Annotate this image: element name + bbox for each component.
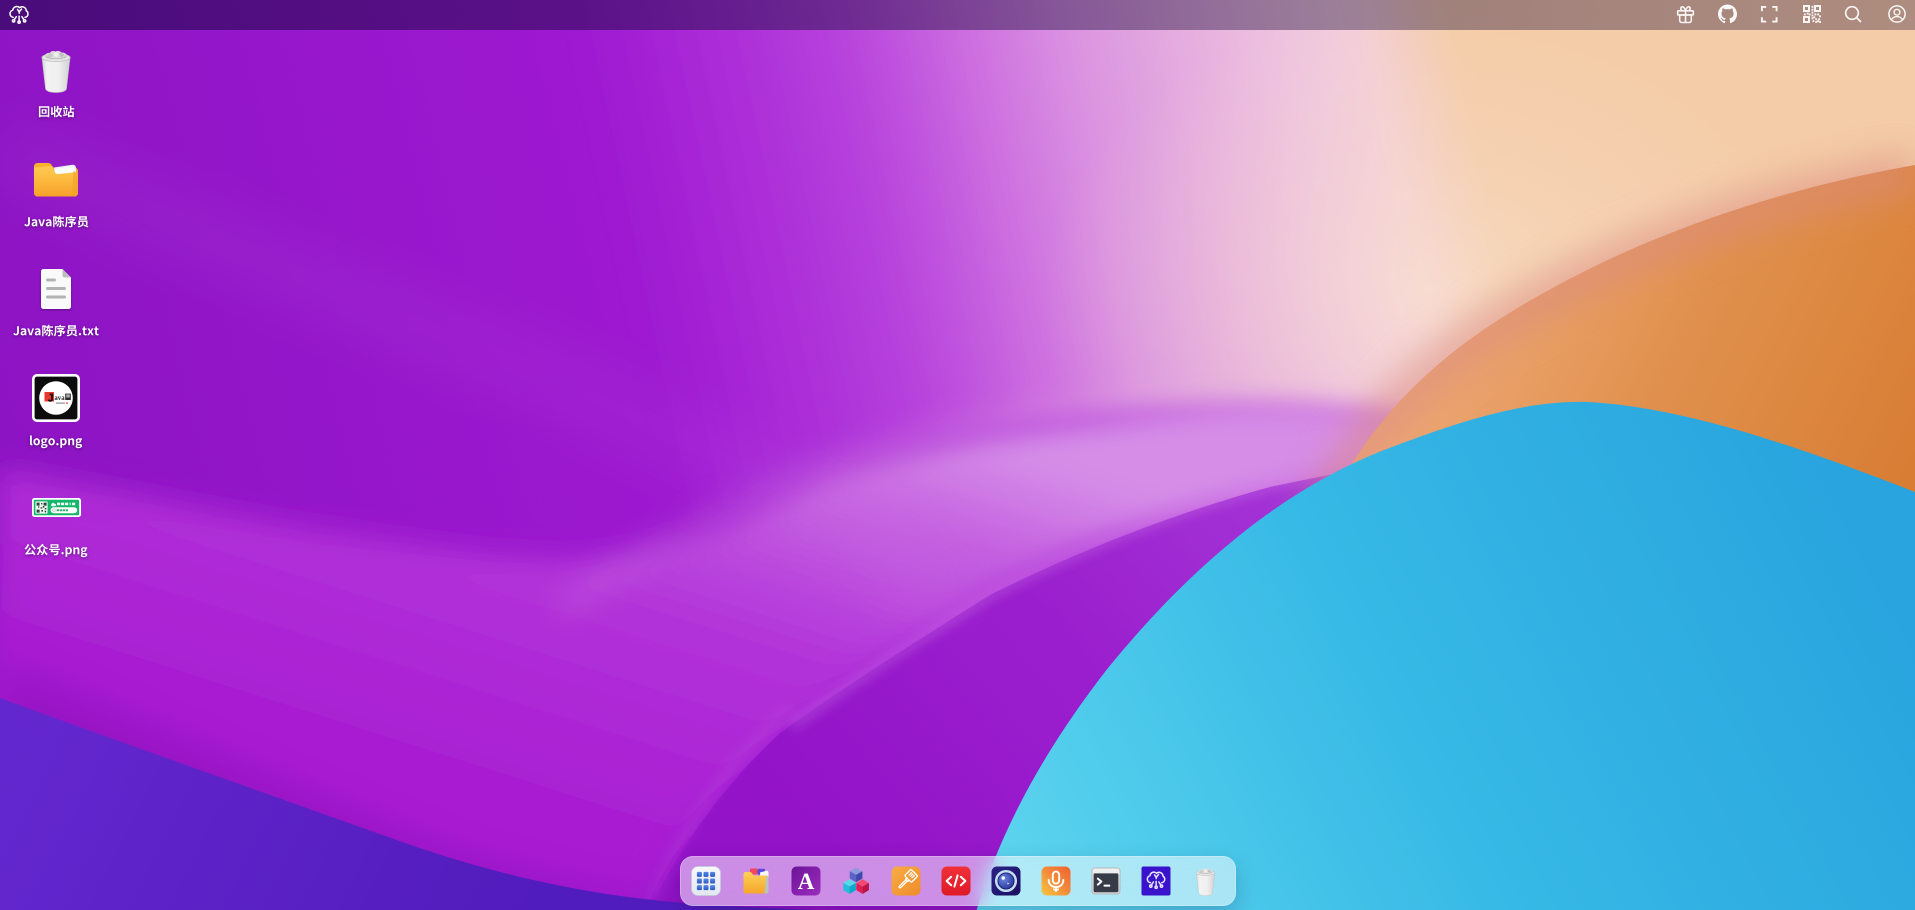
svg-text:A: A xyxy=(798,869,815,894)
svg-text:ava: ava xyxy=(54,395,65,402)
